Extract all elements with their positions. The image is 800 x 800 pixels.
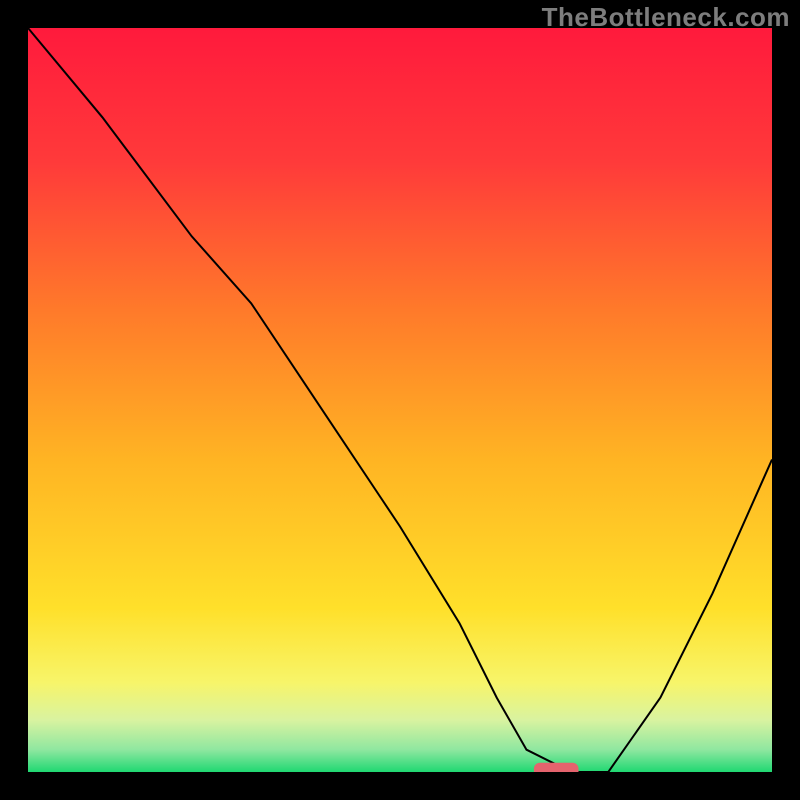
plot-svg bbox=[28, 28, 772, 772]
chart-frame: TheBottleneck.com bbox=[0, 0, 800, 800]
selected-point-marker bbox=[534, 763, 579, 772]
bottleneck-plot bbox=[28, 28, 772, 772]
gradient-background bbox=[28, 28, 772, 772]
